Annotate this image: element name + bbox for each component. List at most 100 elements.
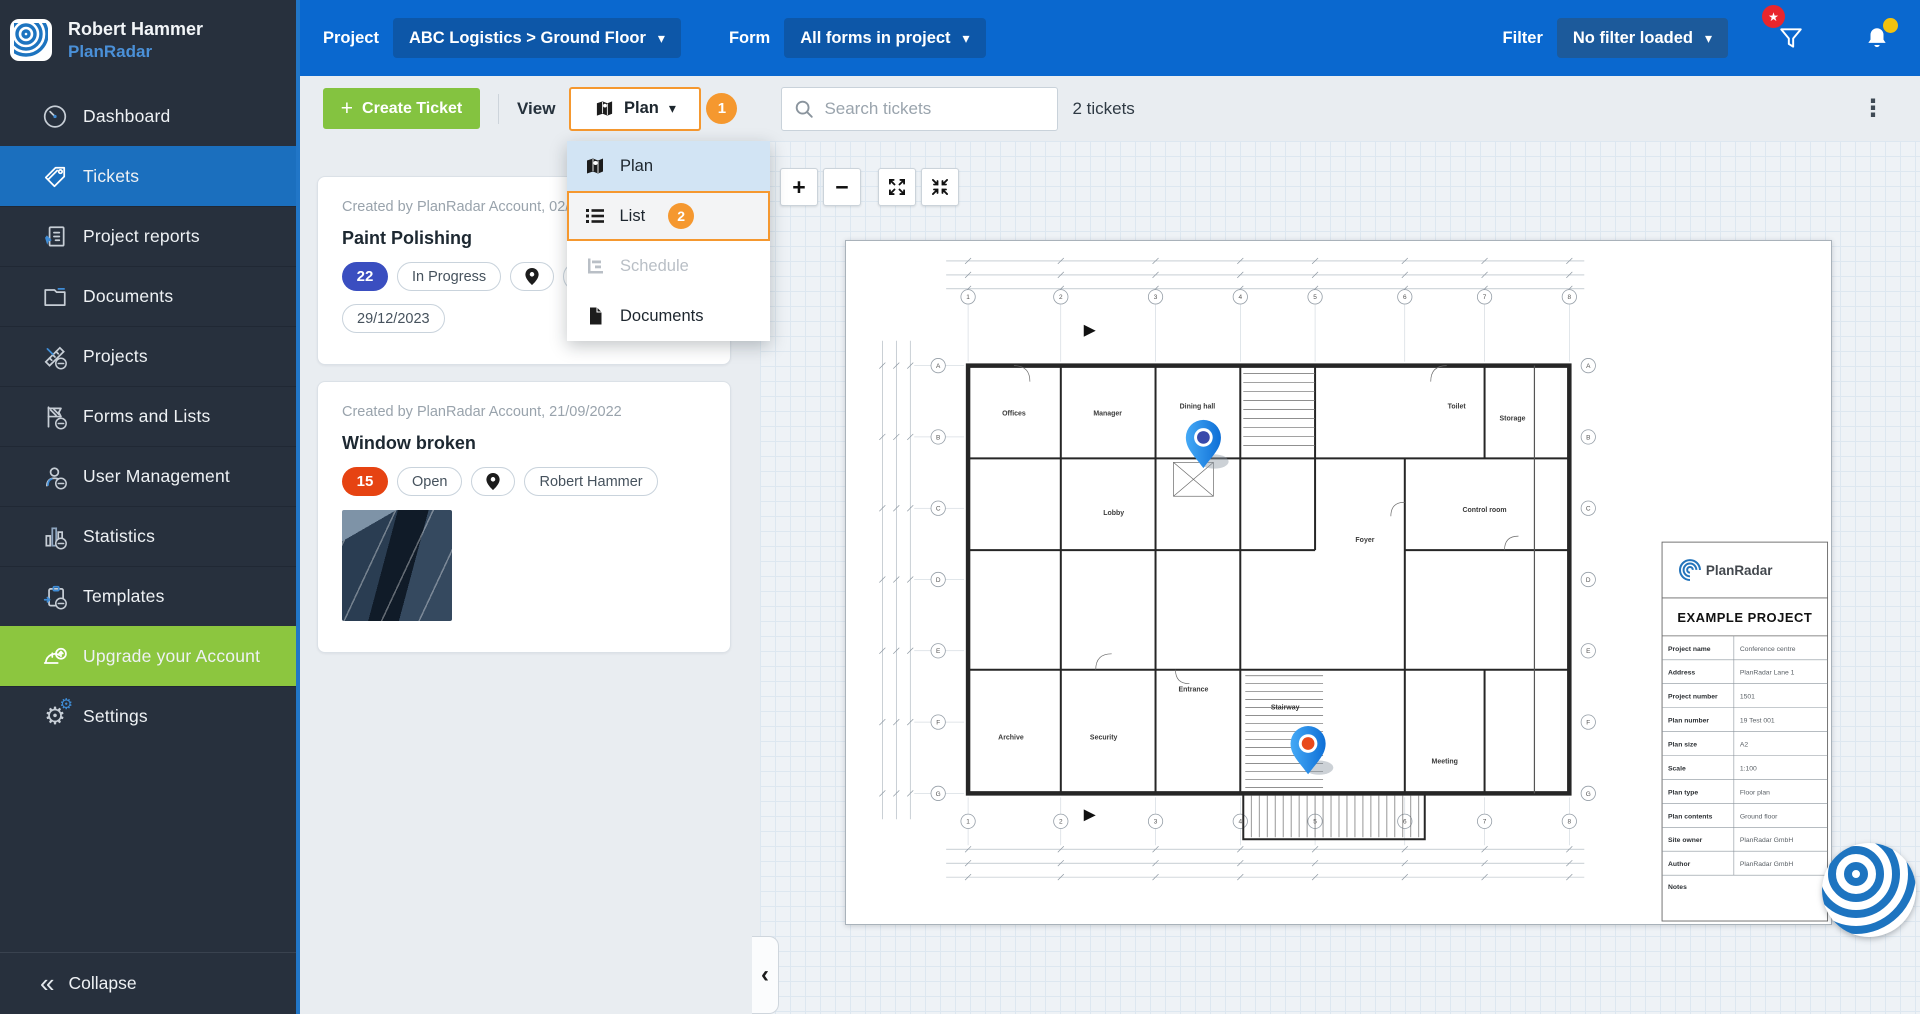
panel-collapse-tab[interactable] [752,936,779,1014]
templates-icon [40,582,70,612]
sidebar: Robert Hammer PlanRadar Dashboard Ticket… [0,0,300,1014]
sidebar-item-projects[interactable]: Projects [0,326,296,386]
room-label: Entrance [1179,687,1209,694]
room-label: Control room [1463,507,1507,514]
grid-marker-label: D [936,577,941,584]
notifications-button[interactable] [1860,21,1894,55]
user-account-button[interactable]: Robert Hammer PlanRadar [0,0,296,80]
section-arrow-icon [1084,325,1096,337]
expand-icon [887,177,907,197]
documents-icon [40,282,70,312]
menu-item-documents[interactable]: Documents [567,291,770,341]
ticket-card-window-broken[interactable]: Created by PlanRadar Account, 21/09/2022… [317,381,731,653]
sidebar-item-label: Forms and Lists [83,406,210,427]
grid-marker-label: E [936,648,941,655]
grid-marker-label: 3 [1154,294,1158,301]
view-mode-dropdown[interactable]: Plan [569,87,701,131]
room-label: Archive [998,735,1024,742]
table-row-label: Project number [1668,694,1718,701]
plus-icon [341,98,353,120]
project-selector[interactable]: ABC Logistics > Ground Floor [393,18,681,58]
zoom-out-button[interactable] [823,168,861,206]
grid-marker-label: G [1586,791,1591,798]
create-ticket-button[interactable]: Create Ticket [323,88,480,129]
form-label: Form [729,29,770,48]
menu-item-plan[interactable]: Plan [567,141,770,191]
reset-view-button[interactable] [921,168,959,206]
floor-plan-drawing: 1122334455667788AABBCCDDEEFFGG [846,241,1831,924]
room-label: Security [1090,735,1118,742]
grid-marker-label: 8 [1568,294,1572,301]
grid-marker-label: F [936,719,940,726]
sidebar-item-upgrade-account[interactable]: Upgrade your Account [0,626,296,686]
funnel-icon [1778,25,1804,51]
location-pin-icon [486,473,500,490]
room-label: Lobby [1103,510,1124,517]
planradar-logo-icon [10,19,52,61]
status-badge: Open [397,467,462,496]
section-arrow-icon [1084,809,1096,821]
projects-icon [40,342,70,372]
view-mode-menu: Plan List 2 Schedule Documents [567,141,770,341]
chevron-down-icon [963,29,970,48]
filter-selector[interactable]: No filter loaded [1557,18,1728,58]
plan-zoom-controls [780,168,959,206]
grid-marker-label: 7 [1483,294,1487,301]
grid-marker-label: C [1586,506,1591,513]
ticket-number-badge: 15 [342,467,388,496]
title-block: PlanRadar EXAMPLE PROJECT Project nameCo… [1662,542,1828,921]
sidebar-item-documents[interactable]: Documents [0,266,296,326]
project-label: Project [323,29,379,48]
sidebar-item-label: Projects [83,346,148,367]
sidebar-item-project-reports[interactable]: Project reports [0,206,296,266]
grid-marker-label: 4 [1238,294,1242,301]
table-row-value: 1:100 [1740,765,1757,772]
grid-marker-label: E [1586,648,1591,655]
room-label: Offices [1002,410,1026,417]
zoom-in-button[interactable] [780,168,818,206]
sidebar-item-settings[interactable]: Settings [0,686,296,746]
sidebar-item-templates[interactable]: Templates [0,566,296,626]
search-icon [793,98,815,120]
due-date-chip: 29/12/2023 [342,304,445,333]
table-row-value: Conference centre [1740,646,1796,653]
table-row-label: Plan type [1668,789,1698,796]
dashboard-icon [40,101,70,131]
chevron-down-icon [658,29,665,48]
sidebar-item-tickets[interactable]: Tickets [0,146,296,206]
topbar: Project ABC Logistics > Ground Floor For… [300,0,1920,76]
settings-icon [40,702,70,732]
grid-marker-label: B [1586,434,1590,441]
floor-plan-sheet[interactable]: 1122334455667788AABBCCDDEEFFGG [845,240,1832,925]
room-label: Manager [1093,410,1122,417]
grid-marker-label: 1 [966,819,970,826]
table-row-label: Author [1668,861,1691,868]
sidebar-item-statistics[interactable]: Statistics [0,506,296,566]
ticket-photo-thumbnail[interactable] [342,510,452,621]
room-label: Foyer [1355,537,1374,544]
grid-marker-label: C [936,506,941,513]
project-reports-icon [40,222,70,252]
search-input[interactable] [781,87,1058,131]
location-pin-chip [471,467,515,496]
fit-to-screen-button[interactable] [878,168,916,206]
sidebar-collapse-button[interactable]: Collapse [0,952,296,1014]
more-options-button[interactable] [1858,92,1888,126]
ticket-created-text: Created by PlanRadar Account, 21/09/2022 [342,404,706,420]
list-icon [585,206,605,226]
grid-marker-label: 6 [1403,294,1407,301]
sidebar-item-label: Statistics [83,526,155,547]
schedule-icon [585,256,605,276]
filter-funnel-button[interactable] [1774,21,1808,55]
room-label: Toilet [1448,404,1467,411]
sidebar-item-dashboard[interactable]: Dashboard [0,86,296,146]
grid-marker-label: 1 [966,294,970,301]
menu-item-schedule: Schedule [567,241,770,291]
form-selector[interactable]: All forms in project [784,18,985,58]
grid-marker-label: 8 [1568,819,1572,826]
menu-item-list[interactable]: List 2 [567,191,770,241]
sidebar-item-user-management[interactable]: User Management [0,446,296,506]
title-block-notes-label: Notes [1668,884,1687,891]
sidebar-item-forms-and-lists[interactable]: Forms and Lists [0,386,296,446]
table-row-value: Floor plan [1740,789,1770,796]
